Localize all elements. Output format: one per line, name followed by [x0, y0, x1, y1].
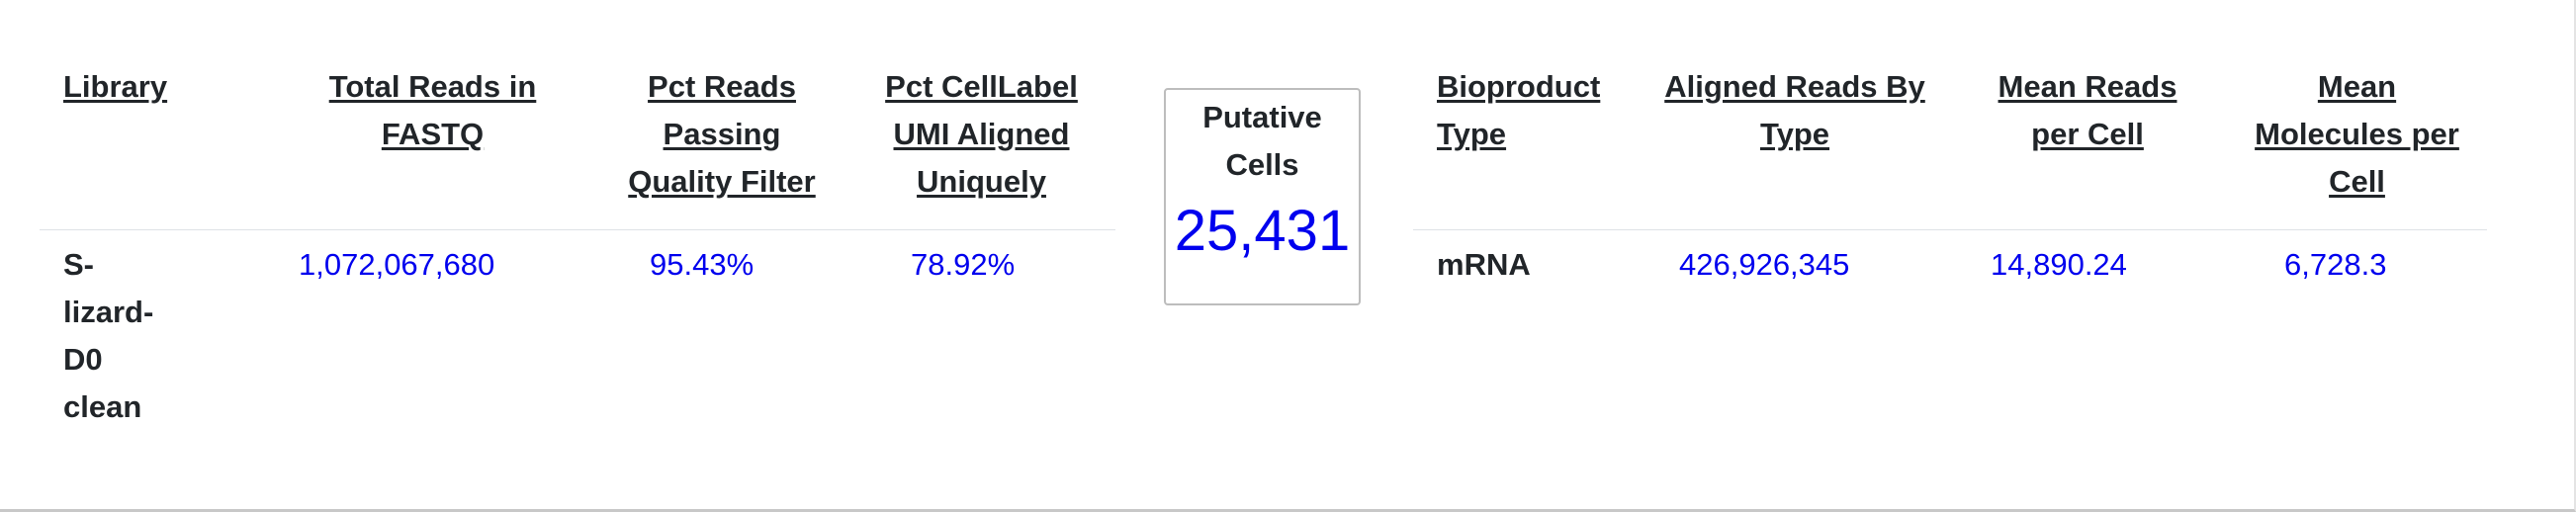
header-mean-reads-line1: Mean Reads [1998, 69, 2177, 104]
pct-celllabel-value: 78.92% [911, 247, 1016, 282]
header-mean-molecules-line1: Mean [2317, 69, 2397, 104]
header-total-reads[interactable]: Total Reads in FASTQ [297, 63, 569, 158]
header-bioproduct-type-line1: Bioproduct [1437, 69, 1601, 104]
library-name-line1: S- [63, 247, 94, 282]
bioproduct-type-value: mRNA [1437, 247, 1531, 282]
total-reads-value: 1,072,067,680 [299, 247, 495, 282]
library-table-divider [40, 229, 1115, 230]
metrics-panel: Library Total Reads in FASTQ Pct Reads P… [0, 0, 2576, 512]
putative-cells-label-line1: Putative [1202, 100, 1322, 134]
putative-cells-value: 25,431 [1174, 199, 1351, 263]
library-name-line3: D0 [63, 342, 103, 377]
pct-reads-passing-value: 95.43% [650, 247, 755, 282]
header-mean-molecules-line2: Molecules per [2255, 117, 2459, 151]
header-total-reads-line2: FASTQ [381, 117, 485, 151]
header-total-reads-line1: Total Reads in [328, 69, 537, 104]
putative-cells-label: Putative Cells [1166, 94, 1359, 189]
header-aligned-reads-line2: Type [1759, 117, 1830, 151]
header-mean-reads-line2: per Cell [2031, 117, 2144, 151]
header-library-label: Library [63, 69, 168, 104]
header-library[interactable]: Library [63, 63, 261, 111]
aligned-reads-value: 426,926,345 [1679, 247, 1850, 282]
header-aligned-reads-by-type[interactable]: Aligned Reads By Type [1661, 63, 1928, 158]
mean-molecules-per-cell-value: 6,728.3 [2284, 247, 2387, 282]
header-mean-reads-per-cell[interactable]: Mean Reads per Cell [1984, 63, 2191, 158]
putative-cells-box: Putative Cells 25,431 [1164, 88, 1361, 305]
library-name-line4: clean [63, 389, 142, 424]
header-pct-reads-passing[interactable]: Pct Reads Passing Quality Filter [608, 63, 836, 206]
header-bioproduct-type[interactable]: Bioproduct Type [1437, 63, 1635, 158]
header-bioproduct-type-line2: Type [1437, 117, 1507, 151]
header-aligned-reads-line1: Aligned Reads By [1664, 69, 1925, 104]
header-pct-reads-passing-line2: Passing [663, 117, 781, 151]
library-name-line2: lizard- [63, 295, 154, 329]
header-pct-reads-passing-line3: Quality Filter [628, 164, 816, 199]
library-name-cell: S- lizard- D0 clean [63, 241, 172, 431]
putative-cells-label-line2: Cells [1225, 147, 1299, 182]
header-mean-molecules-line3: Cell [2329, 164, 2385, 199]
header-pct-reads-passing-line1: Pct Reads [648, 69, 796, 104]
header-pct-celllabel-line2: UMI Aligned [893, 117, 1070, 151]
header-pct-celllabel-line1: Pct CellLabel [885, 69, 1078, 104]
header-pct-celllabel-line3: Uniquely [917, 164, 1046, 199]
bioproduct-table-divider [1413, 229, 2487, 230]
header-pct-celllabel[interactable]: Pct CellLabel UMI Aligned Uniquely [865, 63, 1098, 206]
mean-reads-per-cell-value: 14,890.24 [1991, 247, 2127, 282]
header-mean-molecules-per-cell[interactable]: Mean Molecules per Cell [2241, 63, 2473, 206]
